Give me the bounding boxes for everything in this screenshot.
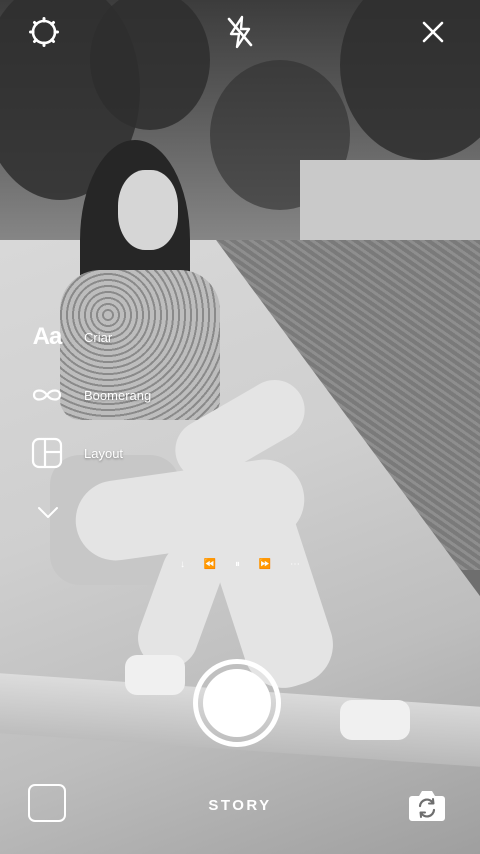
download-icon[interactable]: ↓	[180, 560, 185, 570]
creation-tools: Aa Criar Boomerang Layout	[28, 318, 151, 492]
capture-button-inner	[203, 669, 271, 737]
flash-off-icon	[227, 15, 253, 49]
tool-create[interactable]: Aa Criar	[28, 318, 151, 356]
tool-create-label: Criar	[84, 329, 113, 345]
tool-layout[interactable]: Layout	[28, 434, 151, 472]
rewind-icon[interactable]: ⏪	[204, 560, 216, 570]
fast-forward-icon[interactable]: ⏩	[259, 560, 271, 570]
close-button[interactable]	[413, 12, 453, 52]
pause-icon[interactable]: ⏸	[235, 560, 240, 570]
layout-grid-icon	[28, 434, 66, 472]
capture-button[interactable]	[193, 659, 281, 747]
flash-toggle[interactable]	[220, 12, 260, 52]
settings-button[interactable]	[24, 12, 64, 52]
close-icon	[422, 21, 444, 43]
infinity-icon	[28, 376, 66, 414]
flip-camera-button[interactable]	[408, 788, 446, 822]
flip-camera-icon	[409, 791, 445, 821]
more-icon[interactable]: ⋯	[290, 560, 300, 570]
tool-boomerang[interactable]: Boomerang	[28, 376, 151, 414]
tool-layout-label: Layout	[84, 445, 124, 461]
text-aa-icon: Aa	[32, 323, 63, 350]
chevron-down-icon	[38, 507, 58, 518]
tool-boomerang-label: Boomerang	[84, 387, 152, 403]
media-mini-controls: ↓ ⏪ ⏸ ⏩ ⋯	[180, 556, 300, 574]
gear-icon	[29, 17, 59, 47]
more-tools-button[interactable]	[36, 502, 60, 522]
